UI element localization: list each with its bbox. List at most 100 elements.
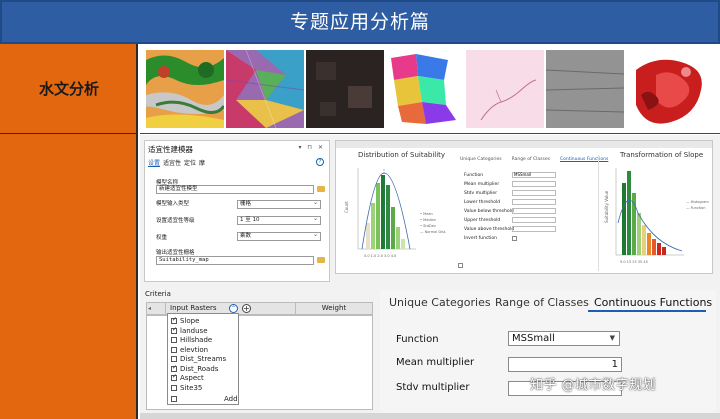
mini-input[interactable] <box>512 199 556 205</box>
output-raster-input[interactable]: Suitability_map <box>156 256 314 265</box>
thumb-grey-texture <box>546 50 624 128</box>
pane-controls[interactable]: ▾ ⊓ ✕ <box>298 144 325 151</box>
mini-input[interactable] <box>512 181 556 187</box>
pane-title: 适宜性建模器 <box>148 145 193 154</box>
mini-label-lower: Lower threshold <box>464 200 501 205</box>
raster-option-label: Aspect <box>180 374 204 382</box>
raster-option-site35[interactable]: Site35 <box>171 384 202 393</box>
mini-footer-checkbox[interactable] <box>458 263 463 268</box>
mini-label-mean: Mean multiplier <box>464 182 500 187</box>
scale-select[interactable]: 1 至 10 <box>237 215 321 225</box>
add-button[interactable]: Add <box>224 395 238 403</box>
function-select[interactable]: MSSmall ▼ <box>508 331 620 346</box>
chevron-down-icon: ▼ <box>609 334 615 342</box>
thumb-dem-terrain <box>146 50 224 128</box>
select-all-checkbox[interactable] <box>171 396 177 402</box>
collapse-up-icon[interactable]: ⌃ <box>229 304 238 313</box>
transformation-chart: Suitability Value — Histogram — Function… <box>604 168 709 264</box>
stdv-multiplier-label: Stdv multiplier <box>396 382 470 393</box>
tab-range-of-classes[interactable]: Range of Classes <box>495 296 589 309</box>
divider <box>598 155 599 271</box>
checkbox[interactable] <box>171 356 177 363</box>
output-raster-label: 输出适宜性栅格 <box>156 250 195 256</box>
raster-option-landuse[interactable]: landuse <box>171 326 208 336</box>
help-icon[interactable]: ? <box>316 158 324 166</box>
raster-option-hillshade[interactable]: Hillshade <box>171 336 212 345</box>
svg-text:• Mean: • Mean <box>420 212 433 216</box>
checkbox[interactable] <box>171 326 177 334</box>
mini-label-stdv: Stdv multiplier <box>464 191 498 196</box>
weight-select[interactable]: 乘数 <box>237 231 321 241</box>
tab-continuous-functions[interactable]: Continuous Functions <box>594 296 712 309</box>
criteria-label: Criteria <box>145 290 171 298</box>
checkbox[interactable] <box>171 346 177 353</box>
thumb-red-basins <box>626 50 704 128</box>
bottom-strip <box>140 413 720 419</box>
tab-more[interactable]: 摩 <box>199 158 205 167</box>
function-label: Function <box>396 334 439 345</box>
mean-multiplier-input[interactable]: 1 <box>508 357 622 372</box>
weight-label: 权重 <box>156 235 168 241</box>
suitability-modeler-pane: 适宜性建模器 ▾ ⊓ ✕ 设置 适宜性 定位 摩 ? 模型名称 新建适宜性模型 … <box>144 140 330 282</box>
add-raster-icon[interactable]: + <box>242 304 251 313</box>
tab-unique-categories[interactable]: Unique Categories <box>389 296 491 309</box>
thumb-stream-network <box>466 50 544 128</box>
folder-icon[interactable] <box>317 186 325 192</box>
mini-input[interactable] <box>512 208 556 214</box>
tab-suitability[interactable]: 适宜性 <box>163 158 181 167</box>
folder-icon[interactable] <box>317 257 325 263</box>
checkbox[interactable] <box>171 316 177 325</box>
mini-invert-checkbox[interactable] <box>512 236 517 241</box>
raster-option-elevtion[interactable]: elevtion <box>171 346 208 355</box>
collapse-arrow-icon[interactable]: ◂ <box>148 305 151 312</box>
raster-option-label: landuse <box>180 326 208 335</box>
raster-option-label: elevtion <box>180 345 209 354</box>
svg-text:0.0 1.0 2.0 3.0 4.0: 0.0 1.0 2.0 3.0 4.0 <box>364 254 396 258</box>
mini-function-select[interactable]: MSSmall <box>512 172 556 178</box>
model-name-input[interactable]: 新建适宜性模型 <box>156 185 314 194</box>
raster-option-label: Site35 <box>180 383 203 392</box>
input-type-select[interactable]: 栅格 <box>237 199 321 209</box>
checkbox[interactable] <box>171 373 177 382</box>
tab-settings[interactable]: 设置 <box>148 158 160 167</box>
page-title: 专题应用分析篇 <box>0 0 720 44</box>
mini-label-invert: Invert function <box>464 236 498 241</box>
watermark: 知乎 @城市数字规划 <box>530 378 657 393</box>
mean-multiplier-label: Mean multiplier <box>396 357 475 368</box>
weight-column[interactable]: Weight <box>295 303 372 314</box>
mini-label-below: Value below threshold <box>464 209 514 214</box>
transformation-chart-title: Transformation of Slope <box>620 151 704 159</box>
mini-tab-range[interactable]: Range of Classes <box>512 157 550 162</box>
thumb-watersheds <box>386 50 464 128</box>
tab-locate[interactable]: 定位 <box>184 158 196 167</box>
raster-option-label: Slope <box>180 317 200 325</box>
checkbox[interactable] <box>171 337 177 344</box>
svg-text:— Function: — Function <box>686 206 706 210</box>
row1-label: 水文分析 <box>38 80 99 98</box>
mini-input[interactable] <box>512 226 556 232</box>
mini-input[interactable] <box>512 190 556 196</box>
raster-option-slope[interactable]: Slope <box>171 316 200 326</box>
thumb-flow-direction <box>226 50 304 128</box>
raster-option-label: Dist_Streams <box>180 355 227 363</box>
distribution-histogram: Count • Mean • Median • StdDev — Normal … <box>344 168 446 258</box>
svg-text:— Normal Dist.: — Normal Dist. <box>420 230 446 234</box>
mini-tab-continuous[interactable]: Continuous Functions <box>560 157 608 162</box>
checkbox[interactable] <box>171 364 177 372</box>
raster-option-dist-roads[interactable]: Dist_Roads <box>171 364 218 374</box>
input-rasters-dropdown: Slope landuse Hillshade elevtion Dist_St… <box>167 313 239 405</box>
raster-option-dist-streams[interactable]: Dist_Streams <box>171 355 226 364</box>
checkbox[interactable] <box>171 384 177 391</box>
raster-option-label: Hillshade <box>180 336 213 344</box>
mini-label-upper: Upper threshold <box>464 218 501 223</box>
page: 专题应用分析篇 水文分析 适宜性建模器 ▾ ⊓ ✕ 设置 适宜性 定位 摩 ? … <box>0 0 720 419</box>
mini-label-function: Function <box>464 173 484 178</box>
distribution-chart-title: Distribution of Suitability <box>358 151 446 159</box>
svg-text:5.0 15 25 35 45: 5.0 15 25 35 45 <box>620 260 648 264</box>
mini-tab-unique[interactable]: Unique Categories <box>460 157 502 162</box>
mini-input[interactable] <box>512 217 556 223</box>
input-type-label: 模型输入类型 <box>156 201 190 207</box>
mini-tabs: Unique Categories Range of Classes Conti… <box>460 157 610 162</box>
suitability-charts-pane: Distribution of Suitability Transformati… <box>335 140 713 274</box>
raster-option-aspect[interactable]: Aspect <box>171 373 204 383</box>
